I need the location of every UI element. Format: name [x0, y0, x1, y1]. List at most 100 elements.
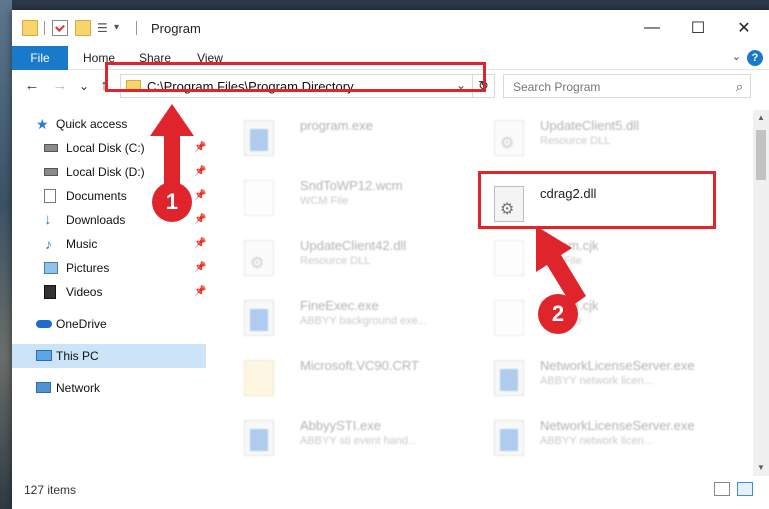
sidebar-item-label: This PC: [56, 349, 99, 363]
pin-icon[interactable]: 📌: [194, 184, 206, 208]
network-icon: [36, 382, 51, 393]
search-input[interactable]: Search Program ⌕: [503, 74, 751, 98]
file-name: FineExec.exe: [300, 298, 379, 313]
file-type: ABBYY network licen...: [540, 435, 653, 447]
minimize-button[interactable]: —: [629, 10, 675, 46]
file-name: UpdateClient5.dll: [540, 118, 640, 133]
chevron-down-icon[interactable]: ▾: [114, 20, 130, 36]
list-item[interactable]: ⚙ UpdateClient42.dll Resource DLL: [230, 234, 470, 284]
list-item[interactable]: Microsoft.VC90.CRT: [230, 354, 470, 404]
sidebar-item-music[interactable]: ♪ Music 📌: [12, 232, 206, 256]
sidebar-item-this-pc[interactable]: This PC: [12, 344, 206, 368]
application-icon: [244, 420, 274, 456]
step-badge-2: 2: [538, 294, 578, 334]
arrow-up-icon: [150, 104, 194, 194]
sidebar-item-label: Network: [56, 381, 101, 395]
back-button[interactable]: ←: [22, 76, 42, 96]
item-count: 127 items: [24, 483, 77, 497]
dll-icon: ⚙: [494, 120, 524, 156]
maximize-button[interactable]: ☐: [675, 10, 721, 46]
music-icon: ♪: [45, 236, 52, 252]
scroll-down-icon[interactable]: ▼: [753, 460, 769, 476]
sidebar-item-network[interactable]: Network: [12, 376, 206, 400]
download-icon: ↓: [44, 211, 52, 228]
list-item[interactable]: FrKom.cjk CJK File: [480, 294, 720, 344]
help-button[interactable]: ?: [747, 50, 763, 66]
computer-icon: [36, 350, 52, 361]
sidebar-item-label: Documents: [66, 189, 127, 203]
list-item[interactable]: NetworkLicenseServer.exe ABBYY network l…: [480, 354, 720, 404]
sidebar-item-label: Videos: [66, 285, 103, 299]
file-icon: [494, 300, 524, 336]
expand-ribbon-icon[interactable]: ⌄: [732, 50, 741, 63]
file-name: SndToWP12.wcm: [300, 178, 403, 193]
file-name: NetworkLicenseServer.exe: [540, 418, 695, 433]
large-icons-view-icon[interactable]: [737, 482, 753, 496]
file-type: WCM File: [300, 195, 349, 207]
list-item[interactable]: FineExec.exe ABBYY background exe...: [230, 294, 470, 344]
folder-icon: [22, 20, 38, 36]
search-icon[interactable]: ⌕: [736, 79, 743, 95]
file-name: UpdateClient42.dll: [300, 238, 407, 253]
list-item[interactable]: AbbyySTI.exe ABBYY sti event hand...: [230, 414, 470, 464]
application-icon: [494, 420, 524, 456]
status-bar: 127 items: [12, 478, 769, 509]
desktop-background: [0, 0, 12, 509]
pin-icon[interactable]: 📌: [194, 256, 206, 280]
list-item[interactable]: ⚙ UpdateClient5.dll Resource DLL: [480, 114, 720, 164]
scroll-up-icon[interactable]: ▲: [753, 110, 769, 126]
details-view-icon[interactable]: [714, 482, 730, 496]
sidebar-item-onedrive[interactable]: OneDrive: [12, 312, 206, 336]
sidebar-item-label: OneDrive: [56, 317, 107, 331]
file-type: ABBYY background exe...: [300, 315, 427, 327]
scroll-thumb[interactable]: [756, 130, 766, 180]
file-type: Resource DLL: [540, 135, 611, 147]
list-item[interactable]: FrKom.cjk CJK File: [480, 234, 720, 284]
videos-icon: [44, 285, 56, 299]
file-name: NetworkLicenseServer.exe: [540, 358, 695, 373]
pin-icon[interactable]: 📌: [194, 160, 206, 184]
documents-icon: [44, 189, 56, 203]
file-name: program.exe: [300, 118, 373, 133]
pictures-icon: [44, 262, 58, 274]
vertical-scrollbar[interactable]: ▲ ▼: [753, 110, 769, 476]
title-bar: ☰ ▾ Program — ☐ ✕: [12, 10, 769, 46]
application-icon: [244, 300, 274, 336]
file-list: program.exe SndToWP12.wcm WCM File ⚙ Upd…: [220, 110, 740, 476]
forward-button[interactable]: →: [50, 76, 70, 96]
pin-icon[interactable]: 📌: [194, 280, 206, 304]
sidebar-item-label: Local Disk (D:): [66, 165, 145, 179]
file-type: Resource DLL: [300, 255, 371, 267]
tab-file[interactable]: File: [12, 46, 68, 70]
cloud-icon: [36, 320, 52, 328]
sidebar-item-label: Downloads: [66, 213, 126, 227]
pin-icon[interactable]: 📌: [194, 208, 206, 232]
customize-toolbar-icon[interactable]: ☰: [97, 20, 113, 36]
file-type: ABBYY sti event hand...: [300, 435, 418, 447]
disk-icon: [44, 144, 58, 152]
pin-icon[interactable]: 📌: [194, 232, 206, 256]
close-button[interactable]: ✕: [721, 10, 767, 46]
search-placeholder: Search Program: [513, 80, 601, 94]
list-item[interactable]: SndToWP12.wcm WCM File: [230, 174, 470, 224]
step-badge-1: 1: [152, 182, 192, 222]
sidebar-item-pictures[interactable]: Pictures 📌: [12, 256, 206, 280]
divider: [44, 21, 45, 35]
file-icon: [244, 180, 274, 216]
recent-locations-button[interactable]: ⌄: [74, 76, 94, 96]
sidebar-item-label: Pictures: [66, 261, 110, 275]
sidebar-item-videos[interactable]: Videos 📌: [12, 280, 206, 304]
list-item[interactable]: NetworkLicenseServer.exe ABBYY network l…: [480, 414, 720, 464]
new-folder-icon[interactable]: [75, 20, 91, 36]
application-icon: [244, 120, 274, 156]
dll-icon: ⚙: [244, 240, 274, 276]
file-type: ABBYY network licen...: [540, 375, 653, 387]
sidebar-item-label: Local Disk (C:): [66, 141, 145, 155]
address-bar-highlight: [105, 62, 486, 92]
pin-icon[interactable]: 📌: [194, 136, 206, 160]
file-icon: [494, 240, 524, 276]
list-item[interactable]: program.exe: [230, 114, 470, 164]
application-icon: [494, 360, 524, 396]
properties-icon[interactable]: [52, 20, 68, 36]
sidebar-item-label: Music: [66, 237, 98, 251]
